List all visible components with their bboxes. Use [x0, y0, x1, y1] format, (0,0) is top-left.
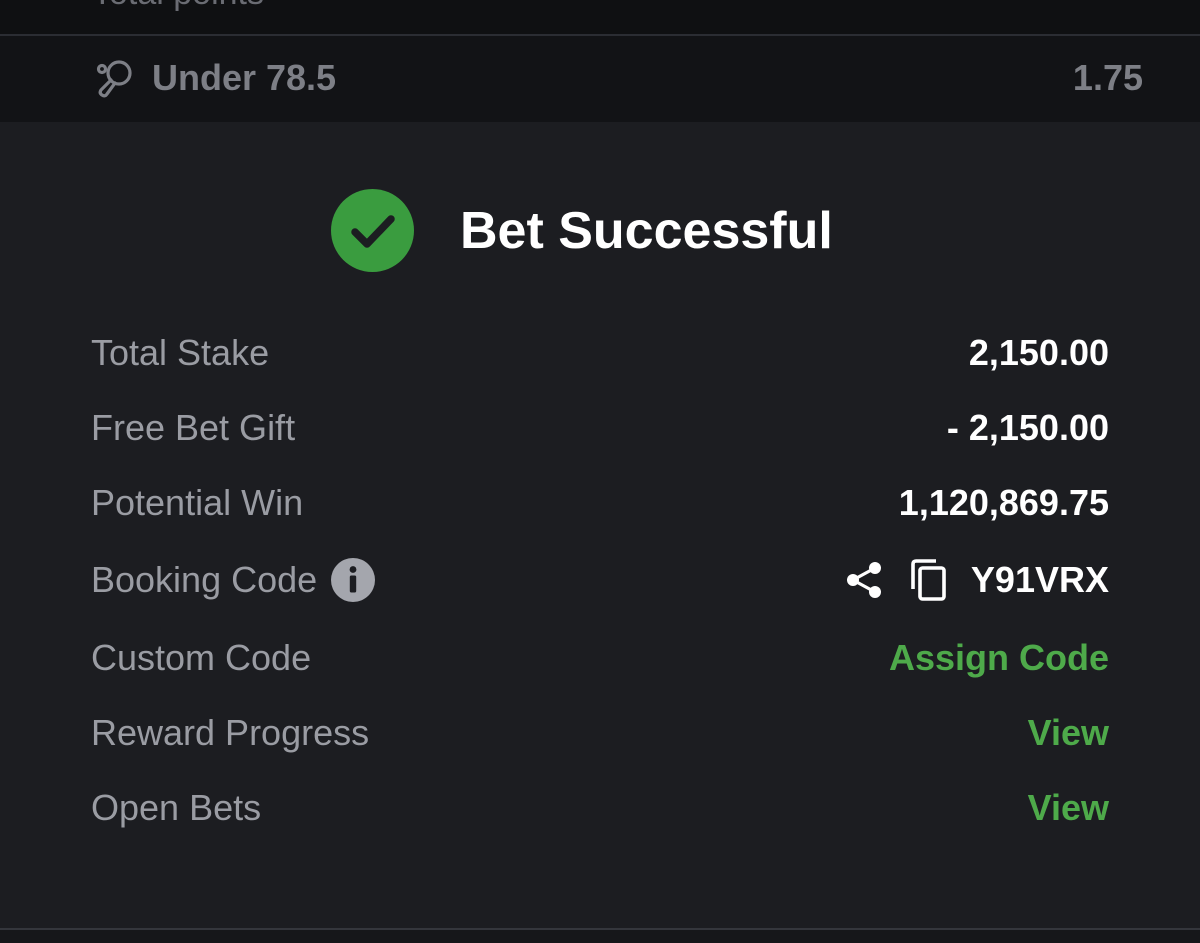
free-bet-gift-value: - 2,150.00: [946, 407, 1109, 448]
selection-odds: 1.75: [1072, 57, 1143, 98]
info-icon[interactable]: [331, 558, 376, 602]
view-open-bets-link[interactable]: View: [1028, 785, 1109, 831]
potential-win-value: 1,120,869.75: [898, 482, 1109, 523]
success-header: Bet Successful: [0, 186, 1200, 278]
copy-icon[interactable]: [907, 558, 951, 602]
booking-code-value-group: Y91VRX: [843, 557, 1109, 603]
total-stake-row: Total Stake 2,150.00: [91, 322, 1109, 397]
share-icon[interactable]: [843, 558, 887, 602]
selection-row: Under 78.5 1.75: [0, 36, 1200, 122]
view-reward-progress-link[interactable]: View: [1028, 710, 1109, 756]
reward-progress-label: Reward Progress: [91, 712, 370, 753]
bet-confirmation-screen: Total points Under 78.5 1.75 Bet Success…: [0, 0, 1200, 943]
success-title: Bet Successful: [460, 202, 833, 260]
booking-code-row: Booking Code Y91VRX: [91, 547, 1109, 627]
booking-code-label-group: Booking Code: [91, 557, 376, 603]
market-title: Total points: [92, 0, 264, 13]
market-header: Total points: [0, 0, 1200, 34]
custom-code-row: Custom Code Assign Code: [91, 627, 1109, 702]
booking-code-label: Booking Code: [91, 559, 318, 600]
free-bet-gift-label: Free Bet Gift: [91, 407, 296, 448]
check-circle-icon: [331, 189, 414, 272]
total-stake-label: Total Stake: [91, 332, 270, 373]
potential-win-label: Potential Win: [91, 482, 304, 523]
reward-progress-row: Reward Progress View: [91, 702, 1109, 777]
booking-code-value[interactable]: Y91VRX: [971, 557, 1109, 603]
open-bets-label: Open Bets: [91, 787, 262, 828]
total-stake-value: 2,150.00: [968, 332, 1109, 373]
free-bet-gift-row: Free Bet Gift - 2,150.00: [91, 397, 1109, 472]
table-tennis-icon: [92, 56, 138, 102]
footer-edge: [0, 930, 1200, 943]
open-bets-row: Open Bets View: [91, 777, 1109, 852]
bet-details-list: Total Stake 2,150.00 Free Bet Gift - 2,1…: [91, 322, 1109, 852]
custom-code-label: Custom Code: [91, 637, 312, 678]
selection-label: Under 78.5: [152, 57, 337, 98]
assign-code-link[interactable]: Assign Code: [889, 635, 1109, 681]
potential-win-row: Potential Win 1,120,869.75: [91, 472, 1109, 547]
